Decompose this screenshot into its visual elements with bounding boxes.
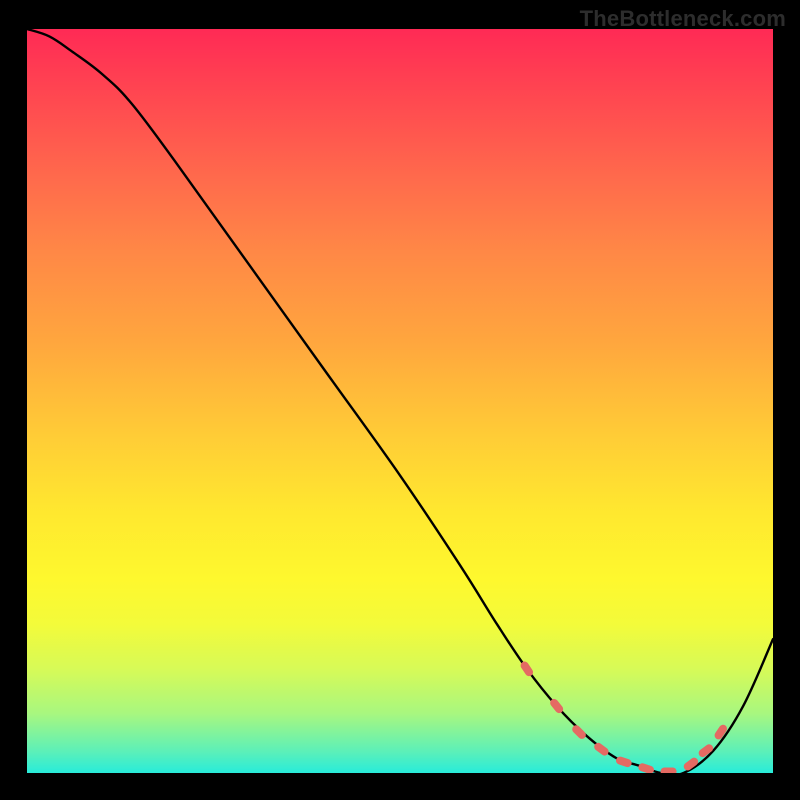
highlight-markers (519, 660, 729, 773)
highlight-dash (571, 724, 588, 741)
chart-stage: TheBottleneck.com (0, 0, 800, 800)
bottleneck-curve (27, 29, 773, 773)
curve-layer (27, 29, 773, 773)
highlight-dash (615, 756, 633, 769)
plot-area (27, 29, 773, 773)
highlight-dash (637, 762, 655, 773)
highlight-dash (697, 743, 715, 759)
highlight-dash (661, 768, 677, 773)
